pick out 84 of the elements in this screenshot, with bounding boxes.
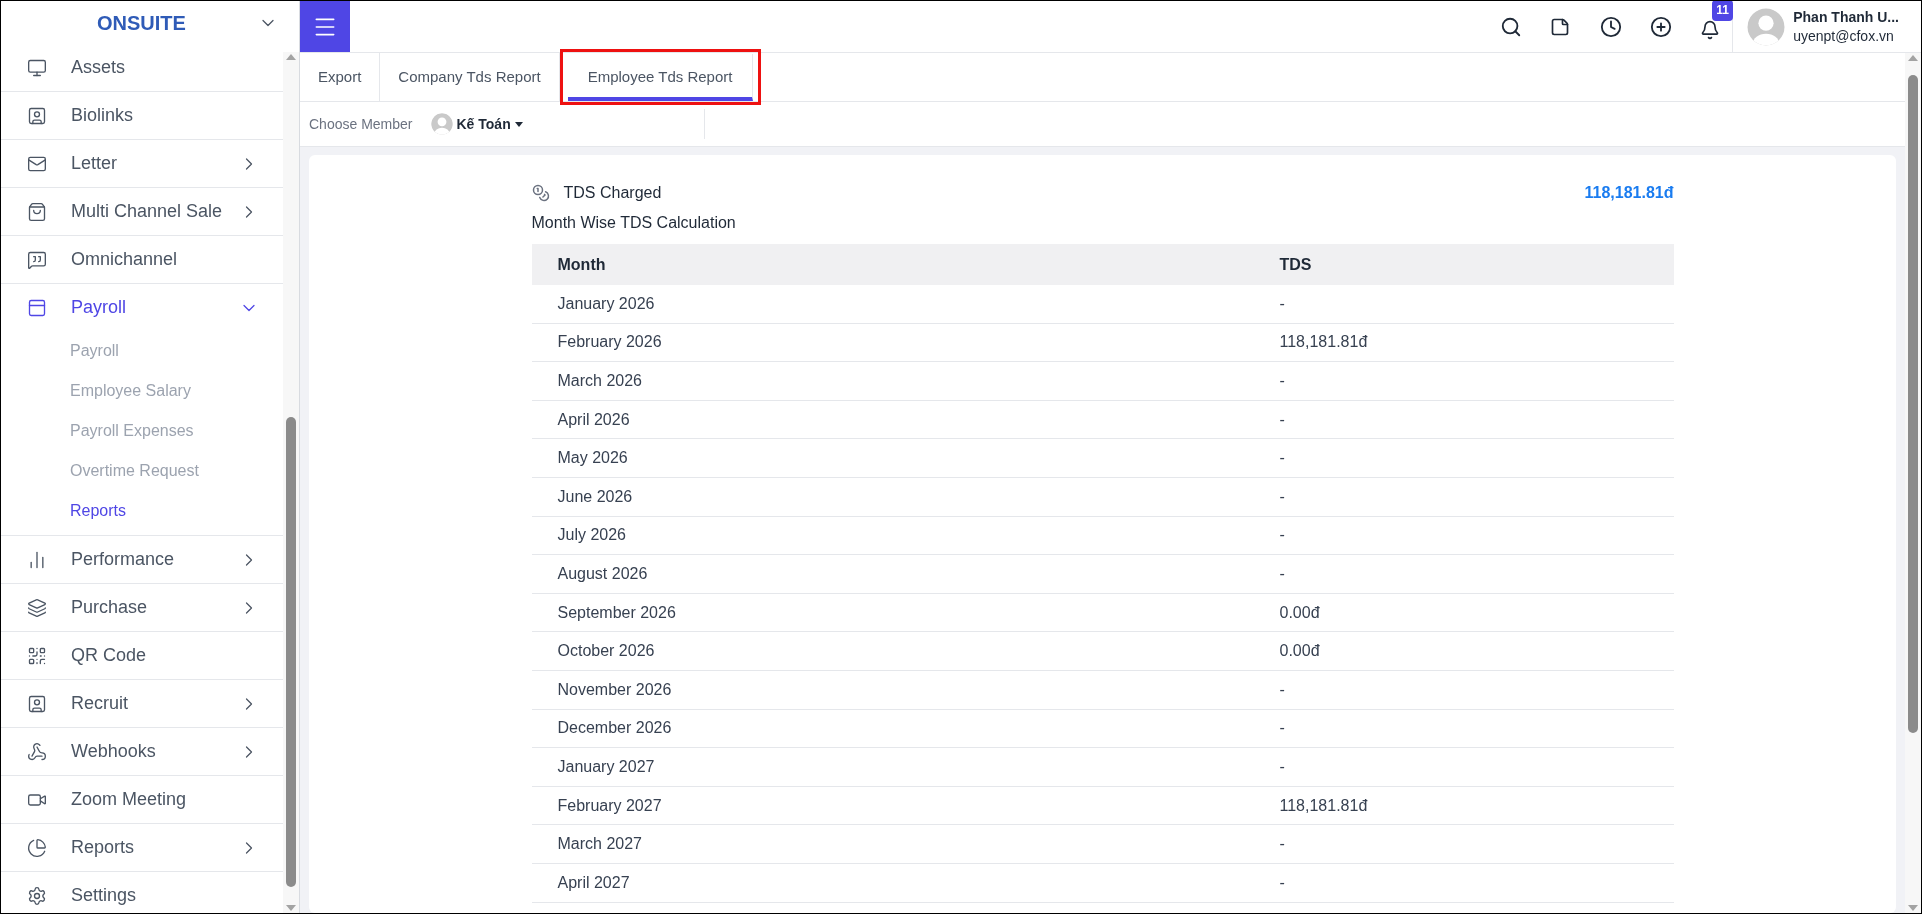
table-cell-text: December 2026 [556,718,673,739]
sidebar-item[interactable]: Reports [1,824,283,871]
table-cell-text: July 2026 [556,525,627,546]
monitor-icon [27,57,47,78]
notification-badge: 11 [1712,1,1733,21]
table-cell-text: August 2026 [556,563,649,584]
bell-icon[interactable] [1700,19,1721,40]
table-cell-text: June 2026 [556,486,634,507]
total-amount: 118,181.81đ [1584,183,1674,203]
sidebar-item[interactable]: QR Code [1,632,283,679]
table-cell-text: October 2026 [556,641,656,662]
table-cell-text: 118,181.81đ [1279,332,1368,353]
card-title: TDS Charged [563,183,662,203]
table-cell-text: March 2026 [556,371,643,391]
settings-icon [27,885,47,906]
table-cell-text: - [1279,834,1285,855]
table-cell-text: - [1279,486,1285,507]
table-cell-text: - [1279,563,1285,584]
menu-button[interactable] [300,1,350,52]
table-cell-text: September 2026 [556,602,677,623]
layers-icon [27,597,47,618]
sidebar-item[interactable]: Omnichannel [1,236,283,283]
scrollbar[interactable] [1905,53,1921,913]
pie-chart-icon [27,837,47,858]
add-icon[interactable] [1650,15,1673,38]
quote-bubble-icon [27,249,47,270]
tab[interactable]: Export [300,53,381,101]
id-badge-icon [27,105,47,126]
table-cell-text: - [1279,409,1285,430]
user-avatar [1747,7,1786,46]
table-cell-text: - [1279,448,1285,469]
sidebar-item[interactable]: Zoom Meeting [1,776,283,823]
table-cell-text: - [1279,718,1285,739]
window-icon [27,297,47,318]
sidebar-item[interactable]: Assets [1,44,283,91]
sidebar-item[interactable]: Webhooks [1,728,283,775]
table-cell-text: - [1279,679,1285,700]
table-cell-text: - [1279,756,1285,777]
sidebar-item[interactable]: Performance [1,536,283,583]
scrollbar[interactable] [283,52,299,913]
tab[interactable]: Company Tds Report [380,53,560,101]
caret-icon [514,121,523,127]
sidebar-item[interactable]: Recruit [1,680,283,727]
table-cell-text: 0.00đ [1279,602,1320,623]
user-email: uyenpt@cfox.vn [1793,26,1895,46]
column-header: Month [556,254,607,275]
search-icon[interactable] [1500,15,1523,38]
table-cell-text: - [1279,872,1285,893]
table-cell-text: November 2026 [556,679,673,700]
column-header: TDS [1279,254,1312,275]
table-cell-text: May 2026 [556,448,629,469]
webhook-icon [27,741,47,762]
sidebar-item[interactable]: Payroll [1,284,283,331]
table-cell-text: - [1279,371,1285,391]
tab[interactable]: Employee Tds Report [567,54,754,101]
member-dropdown[interactable]: Kế Toán [430,113,523,135]
table-cell-text: 118,181.81đ [1279,795,1368,816]
coins-icon [531,184,550,202]
sidebar-item[interactable]: Purchase [1,584,283,631]
table-cell-text: February 2026 [556,332,663,353]
sidebar-item[interactable]: Biolinks [1,92,283,139]
brand-title: ONSUITE [97,10,186,36]
user-name: Phan Thanh U... [1793,7,1899,27]
table-cell-text: March 2027 [556,834,643,855]
table-cell-text: - [1279,525,1285,546]
member-avatar [430,113,453,135]
note-icon[interactable] [1550,16,1571,37]
sidebar-item[interactable]: Letter [1,140,283,187]
sidebar-subitem[interactable]: Reports [1,491,283,531]
qr-code-icon [27,645,47,666]
member-label: Choose Member [309,114,413,134]
id-badge-icon [27,693,47,714]
sidebar-item[interactable]: Multi Channel Sale [1,188,283,235]
clock-icon[interactable] [1600,15,1623,38]
table-cell-text: 0.00đ [1279,641,1320,662]
table-cell-text: January 2026 [556,293,656,314]
table-cell-text: April 2027 [556,872,631,893]
table-cell-text: April 2026 [556,409,631,430]
table-cell-text: January 2027 [556,756,656,777]
card-subtitle: Month Wise TDS Calculation [531,213,737,233]
shopping-bag-icon [27,201,47,222]
table-cell-text: February 2027 [556,795,663,816]
sidebar-item[interactable]: Settings [1,872,283,913]
table-cell-text: - [1279,293,1285,314]
